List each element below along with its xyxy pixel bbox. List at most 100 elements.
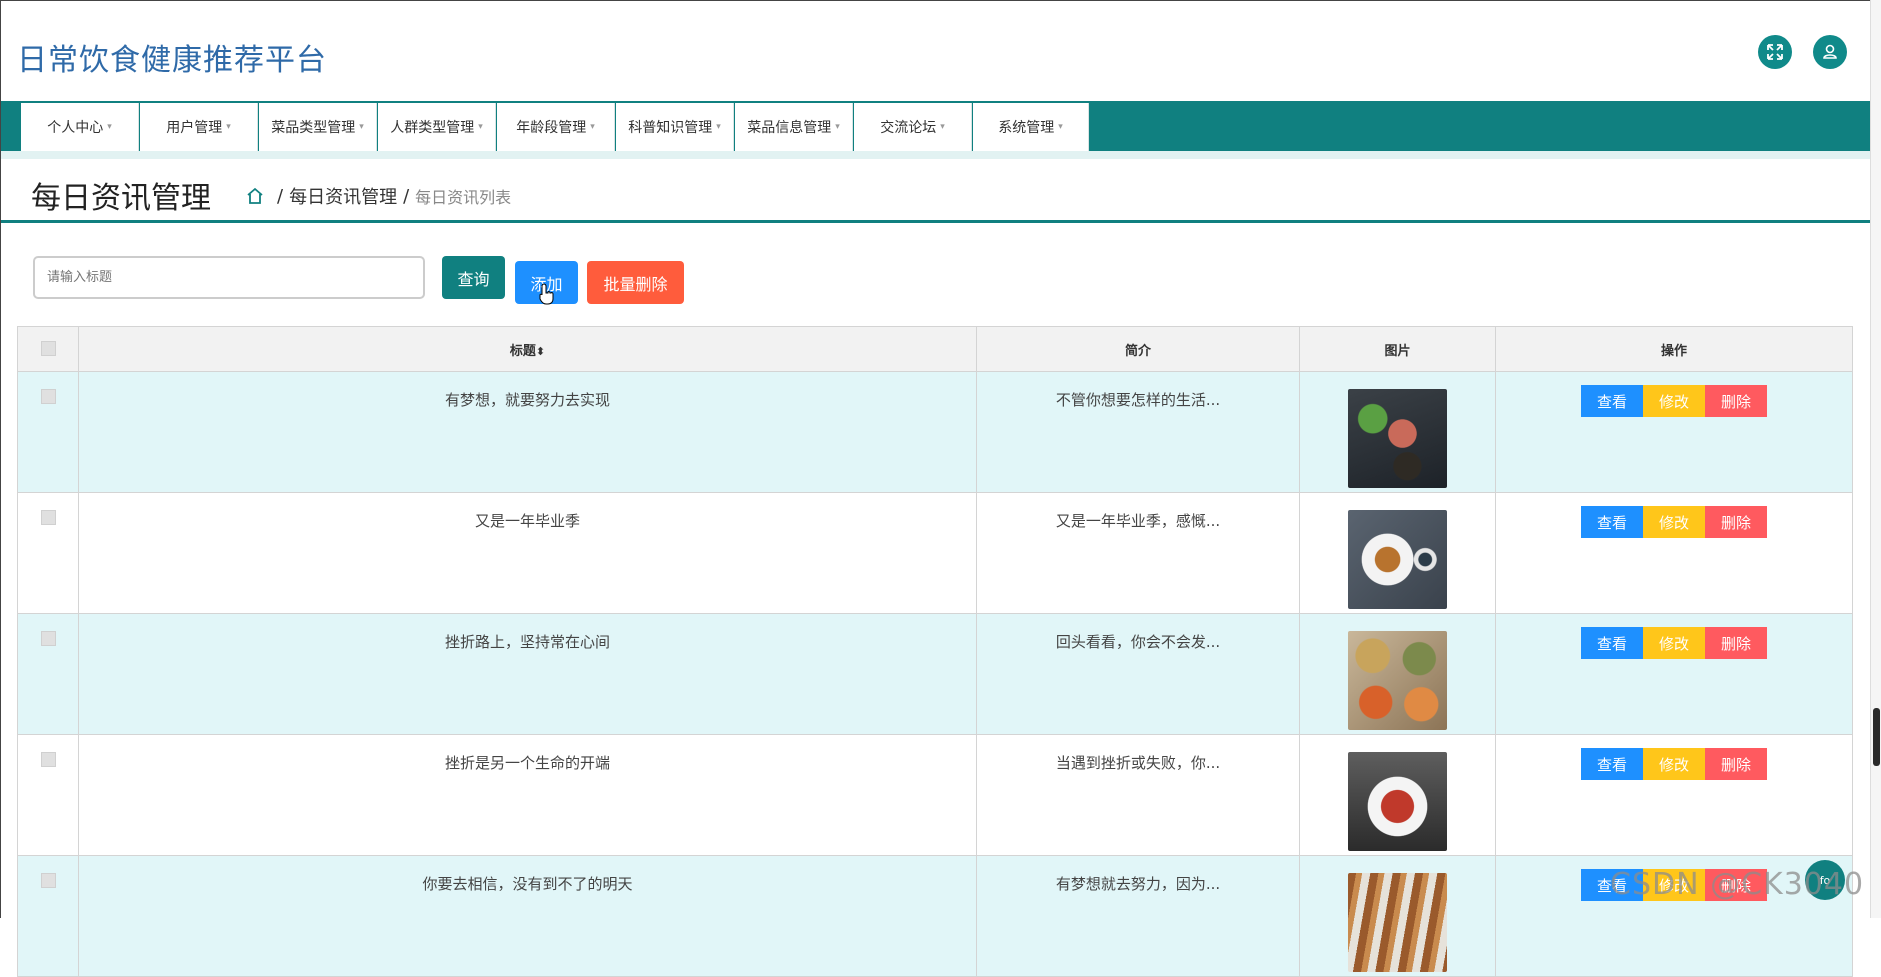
row-select-cell	[17, 855, 79, 977]
page-title: 每日资讯管理	[31, 181, 211, 216]
row-select-cell	[17, 371, 79, 493]
breadcrumb-separator: /	[277, 185, 284, 207]
delete-button[interactable]: 删除	[1705, 748, 1767, 780]
caret-down-icon: ▾	[590, 122, 595, 132]
row-title: 挫折路上，坚持常在心间	[78, 613, 977, 735]
nav-item-age-group[interactable]: 年龄段管理 ▾	[497, 103, 615, 151]
caret-down-icon: ▾	[359, 122, 364, 132]
user-menu-button[interactable]	[1813, 35, 1847, 69]
table-row: 挫折是另一个生命的开端 当遇到挫折或失败，你... 查看 修改 删除	[17, 734, 1853, 856]
col-title-label: 标题	[509, 343, 536, 359]
data-table: 标题⬍ 简介 图片 操作 有梦想，就要努力去实现 不管你想要怎样的生活... 查…	[17, 326, 1853, 977]
row-summary: 回头看看，你会不会发...	[976, 613, 1300, 735]
row-select-cell	[17, 492, 79, 614]
scrollbar-thumb[interactable]	[1873, 708, 1880, 766]
row-title: 你要去相信，没有到不了的明天	[78, 855, 977, 977]
row-image-cell	[1299, 492, 1496, 614]
select-all-checkbox[interactable]	[40, 340, 56, 356]
breadcrumb-level1[interactable]: 每日资讯管理	[289, 183, 397, 209]
nav-item-dish-info[interactable]: 菜品信息管理 ▾	[735, 103, 853, 151]
nav-label: 菜品类型管理	[271, 120, 356, 136]
nav-label: 人群类型管理	[390, 120, 475, 136]
caret-down-icon: ▾	[940, 122, 945, 132]
row-title: 挫折是另一个生命的开端	[78, 734, 977, 856]
caret-down-icon: ▾	[107, 122, 112, 132]
edit-button[interactable]: 修改	[1643, 385, 1705, 417]
caret-down-icon: ▾	[716, 122, 721, 132]
view-button[interactable]: 查看	[1581, 506, 1643, 538]
delete-button[interactable]: 删除	[1705, 627, 1767, 659]
breadcrumb-level2: 每日资讯列表	[415, 188, 512, 207]
nav-item-forum[interactable]: 交流论坛 ▾	[854, 103, 972, 151]
site-title: 日常饮食健康推荐平台	[17, 43, 327, 78]
nav-item-system[interactable]: 系统管理 ▾	[973, 103, 1089, 151]
row-actions: 查看 修改 删除	[1495, 492, 1853, 614]
row-checkbox[interactable]	[40, 873, 56, 888]
nav-label: 菜品信息管理	[747, 120, 832, 136]
nav-label: 交流论坛	[880, 120, 937, 136]
view-button[interactable]: 查看	[1581, 385, 1643, 417]
delete-button[interactable]: 删除	[1705, 506, 1767, 538]
nav-item-crowd-type[interactable]: 人群类型管理 ▾	[378, 103, 496, 151]
view-button[interactable]: 查看	[1581, 627, 1643, 659]
row-image-cell	[1299, 613, 1496, 735]
edit-button[interactable]: 修改	[1643, 748, 1705, 780]
app-frame: 日常饮食健康推荐平台 个人中心 ▾ 用户管理 ▾ 菜品类型管理 ▾ 人群类型管理 ▾ 年…	[0, 0, 1871, 977]
fullscreen-button[interactable]	[1758, 35, 1792, 69]
home-icon[interactable]	[245, 186, 265, 206]
row-actions: 查看 修改 删除	[1495, 371, 1853, 493]
table-row: 有梦想，就要努力去实现 不管你想要怎样的生活... 查看 修改 删除	[17, 371, 1853, 493]
row-actions: 查看 修改 删除	[1495, 613, 1853, 735]
col-title[interactable]: 标题⬍	[78, 326, 977, 372]
row-checkbox[interactable]	[40, 631, 56, 646]
nav-strip	[1, 151, 1871, 159]
nav-label: 个人中心	[47, 120, 104, 136]
table-row: 挫折路上，坚持常在心间 回头看看，你会不会发... 查看 修改 删除	[17, 613, 1853, 735]
food-photo-3[interactable]	[1348, 631, 1447, 730]
caret-down-icon: ▾	[1058, 122, 1063, 132]
row-image-cell	[1299, 855, 1496, 977]
row-select-cell	[17, 613, 79, 735]
row-actions: 查看 修改 删除	[1495, 734, 1853, 856]
nav-item-user-management[interactable]: 用户管理 ▾	[140, 103, 258, 151]
delete-button[interactable]: 删除	[1705, 385, 1767, 417]
row-checkbox[interactable]	[40, 389, 56, 404]
row-image-cell	[1299, 734, 1496, 856]
row-summary: 不管你想要怎样的生活...	[976, 371, 1300, 493]
nav-item-science-knowledge[interactable]: 科普知识管理 ▾	[616, 103, 734, 151]
caret-down-icon: ▾	[226, 122, 231, 132]
nav-item-personal-center[interactable]: 个人中心 ▾	[21, 103, 139, 151]
vertical-scrollbar[interactable]	[1870, 0, 1881, 918]
table-header-row: 标题⬍ 简介 图片 操作	[17, 326, 1853, 372]
col-image: 图片	[1299, 326, 1496, 372]
food-photo-4[interactable]	[1348, 752, 1447, 851]
header: 日常饮食健康推荐平台	[1, 1, 1871, 101]
food-photo-2[interactable]	[1348, 510, 1447, 609]
nav-label: 系统管理	[998, 120, 1055, 136]
row-checkbox[interactable]	[40, 752, 56, 767]
watermark: CSDN @CK3040	[1610, 867, 1865, 902]
nav-item-dish-type[interactable]: 菜品类型管理 ▾	[259, 103, 377, 151]
hand-cursor-icon	[539, 283, 554, 305]
edit-button[interactable]: 修改	[1643, 627, 1705, 659]
edit-button[interactable]: 修改	[1643, 506, 1705, 538]
view-button[interactable]: 查看	[1581, 748, 1643, 780]
query-button[interactable]: 查询	[442, 256, 505, 299]
batch-delete-button[interactable]: 批量删除	[587, 261, 684, 304]
row-checkbox[interactable]	[40, 510, 56, 525]
nav-label: 用户管理	[166, 120, 223, 136]
col-summary: 简介	[976, 326, 1300, 372]
food-photo-5[interactable]	[1348, 873, 1447, 972]
row-select-cell	[17, 734, 79, 856]
nav-label: 科普知识管理	[628, 120, 713, 136]
table-row: 又是一年毕业季 又是一年毕业季，感慨... 查看 修改 删除	[17, 492, 1853, 614]
search-input[interactable]	[33, 256, 425, 299]
row-title: 又是一年毕业季	[78, 492, 977, 614]
row-summary: 有梦想就去努力，因为...	[976, 855, 1300, 977]
sort-icon[interactable]: ⬍	[536, 345, 545, 358]
caret-down-icon: ▾	[478, 122, 483, 132]
row-summary: 又是一年毕业季，感慨...	[976, 492, 1300, 614]
select-all-cell	[17, 326, 79, 372]
nav-label: 年龄段管理	[516, 120, 587, 136]
food-photo-1[interactable]	[1348, 389, 1447, 488]
